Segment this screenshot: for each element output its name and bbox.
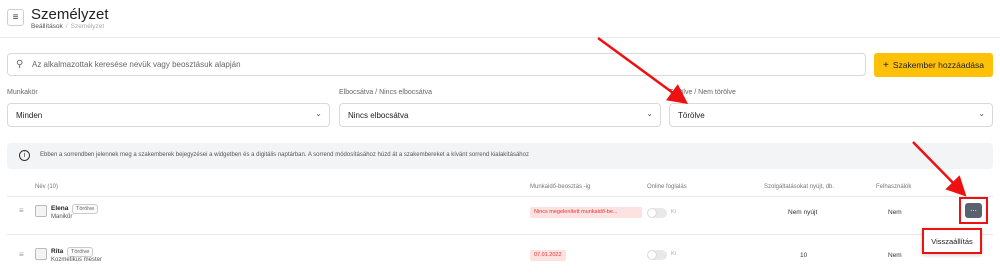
page-header: ≡ Személyzet Beállítások / Személyzet	[0, 0, 1000, 38]
search-placeholder: Az alkalmazottak keresése nevük vagy beo…	[32, 60, 241, 69]
chevron-down-icon: ⌄	[646, 109, 653, 118]
filter-label-job: Munkakör	[7, 89, 38, 96]
table-divider	[7, 196, 993, 197]
table-divider	[7, 234, 993, 235]
breadcrumb-item-settings[interactable]: Beállítások	[31, 23, 63, 30]
filter-job-value: Minden	[16, 111, 43, 120]
add-specialist-button[interactable]: + Szakember hozzáadása	[874, 53, 993, 77]
avatar-icon	[35, 205, 47, 217]
filter-label-deleted: Törölve / Nem törölve	[669, 89, 736, 96]
schedule-tag: Nincs megelenített munkaidő-be...	[530, 207, 642, 218]
staff-name[interactable]: Rita	[51, 248, 63, 255]
users-value: Nem	[888, 209, 902, 216]
status-badge: Törölve	[72, 204, 99, 214]
plus-icon: +	[882, 59, 889, 71]
restore-menu-item[interactable]: Visszaállítás	[922, 228, 982, 254]
staff-role: Kozmetikus mester	[51, 257, 103, 263]
filter-job-select[interactable]: Minden ⌄	[7, 103, 330, 127]
online-booking-toggle[interactable]	[647, 208, 667, 218]
online-booking-toggle[interactable]	[647, 250, 667, 260]
users-value: Nem	[888, 252, 902, 259]
filter-deleted-value: Törölve	[678, 111, 705, 120]
column-header-services[interactable]: Szolgáltatásokat nyújt, db.	[764, 184, 834, 190]
chevron-down-icon: ⌄	[315, 109, 322, 118]
drag-handle-icon[interactable]: ≡	[19, 250, 24, 259]
drag-handle-icon[interactable]: ≡	[19, 206, 24, 215]
avatar-icon	[35, 248, 47, 260]
add-specialist-label: Szakember hozzáadása	[892, 60, 985, 70]
info-icon: i	[19, 150, 30, 161]
filter-label-dismissed: Elbocsátva / Nincs elbocsátva	[339, 89, 432, 96]
online-booking-label: Ki	[671, 209, 676, 215]
services-count: Nem nyújt	[788, 209, 818, 216]
info-banner: i Ebben a sorrendben jelennek meg a szak…	[7, 143, 993, 169]
column-header-users[interactable]: Felhasználók	[876, 184, 911, 190]
info-text: Ebben a sorrendben jelennek meg a szakem…	[40, 152, 529, 158]
breadcrumb-item-staff: Személyzet	[70, 23, 105, 30]
chevron-down-icon: ⌄	[978, 109, 985, 118]
column-header-schedule[interactable]: Munkaidő-beosztás -ig	[530, 184, 590, 190]
breadcrumb: Beállítások / Személyzet	[31, 23, 105, 30]
annotation-arrows	[597, 36, 967, 197]
filter-dismissed-value: Nincs elbocsátva	[348, 111, 409, 120]
page-title: Személyzet	[31, 6, 109, 23]
search-input[interactable]: ⚲ Az alkalmazottak keresése nevük vagy b…	[7, 53, 866, 76]
staff-role: Manikűr	[51, 214, 73, 220]
online-booking-label: Ki	[671, 251, 676, 257]
filter-deleted-select[interactable]: Törölve ⌄	[669, 103, 993, 127]
staff-name[interactable]: Elena	[51, 205, 68, 212]
column-header-online[interactable]: Online foglalás	[647, 184, 687, 190]
status-badge: Törölve	[67, 247, 94, 257]
column-header-name[interactable]: Név (10)	[35, 184, 58, 190]
filter-dismissed-select[interactable]: Nincs elbocsátva ⌄	[339, 103, 661, 127]
hamburger-icon[interactable]: ≡	[7, 9, 24, 26]
highlight-box	[959, 197, 988, 224]
search-icon: ⚲	[16, 59, 24, 70]
services-count: 10	[800, 252, 808, 259]
schedule-tag: 07.01.2022	[530, 250, 566, 261]
